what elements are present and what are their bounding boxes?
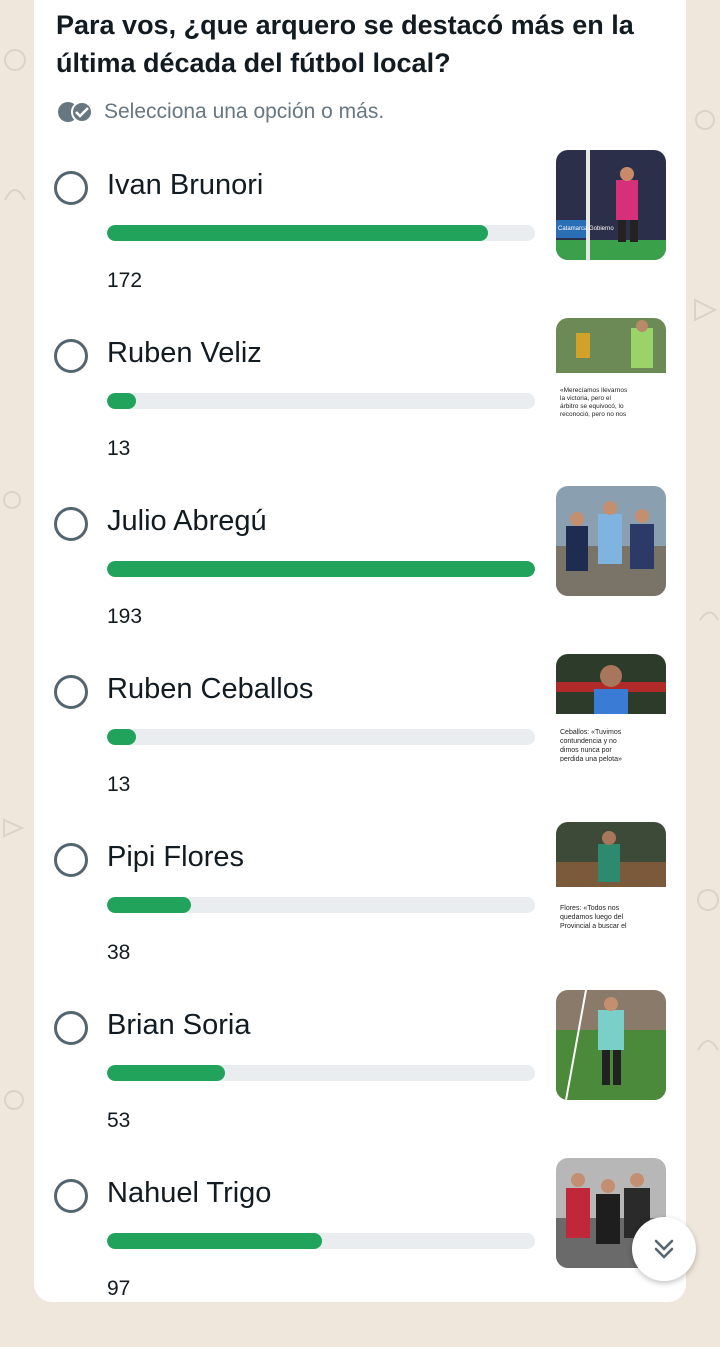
- vote-bar-track: [107, 897, 535, 913]
- svg-text:dimos nunca por: dimos nunca por: [560, 747, 612, 754]
- vote-count: 97: [107, 1277, 131, 1300]
- svg-text:«Merecíamos llevarnos: «Merecíamos llevarnos: [560, 387, 628, 394]
- svg-text:árbitro se equivocó, lo: árbitro se equivocó, lo: [560, 403, 624, 410]
- option-label: Brian Soria: [107, 1009, 251, 1041]
- poll-hint: Selecciona una opción o más.: [56, 100, 384, 124]
- option-thumbnail[interactable]: Ceballos: «Tuvimos contundencia y no dimos…: [556, 654, 666, 764]
- vote-count: 38: [107, 941, 131, 964]
- option-label: Julio Abregú: [107, 505, 267, 537]
- svg-text:quedamos luego del: quedamos luego del: [560, 914, 623, 921]
- option-thumbnail[interactable]: [556, 990, 666, 1100]
- vote-bar-fill: [107, 561, 535, 577]
- option-label: Ivan Brunori: [107, 169, 264, 201]
- option-thumbnail[interactable]: Flores: «Todos nos quedamos luego del Prov…: [556, 822, 666, 932]
- vote-bar-track: [107, 729, 535, 745]
- svg-text:contundencia y no: contundencia y no: [560, 738, 617, 745]
- poll-option[interactable]: Julio Abregú 193: [34, 486, 686, 675]
- poll-option[interactable]: Nahuel Trigo 97: [34, 1158, 686, 1347]
- vote-bar-fill: [107, 729, 136, 745]
- option-thumbnail[interactable]: «Merecíamos llevarnos la victoria, pero e…: [556, 318, 666, 428]
- radio-button[interactable]: [54, 507, 88, 541]
- vote-bar-track: [107, 393, 535, 409]
- vote-count: 53: [107, 1109, 131, 1132]
- radio-button[interactable]: [54, 675, 88, 709]
- svg-text:Provincial a buscar el: Provincial a buscar el: [560, 923, 627, 930]
- svg-text:Ceballos: «Tuvimos: Ceballos: «Tuvimos: [560, 729, 622, 736]
- radio-button[interactable]: [54, 1011, 88, 1045]
- vote-bar-fill: [107, 1233, 323, 1249]
- vote-bar-track: [107, 1233, 535, 1249]
- poll-card: Para vos, ¿que arquero se destacó más en…: [34, 0, 686, 1302]
- option-label: Ruben Veliz: [107, 337, 262, 369]
- hint-text: Selecciona una opción o más.: [104, 100, 385, 123]
- radio-button[interactable]: [54, 339, 88, 373]
- vote-bar-fill: [107, 225, 489, 241]
- thumb-caption: Catamarca Gobierno: [558, 226, 614, 232]
- svg-text:reconoció, pero no nos: reconoció, pero no nos: [560, 411, 627, 418]
- poll-option[interactable]: Pipi Flores 38 Flores: «Todos nos quedamos …: [34, 822, 686, 1011]
- poll-option[interactable]: Ruben Veliz 13 «Merecíamos llevarnos la vic…: [34, 318, 686, 507]
- vote-bar-fill: [107, 393, 136, 409]
- radio-button[interactable]: [54, 171, 88, 205]
- svg-text:perdida una pelota»: perdida una pelota»: [560, 756, 622, 763]
- option-label: Nahuel Trigo: [107, 1177, 272, 1209]
- vote-count: 13: [107, 773, 131, 796]
- vote-bar-track: [107, 1065, 535, 1081]
- svg-text:la victoria, pero el: la victoria, pero el: [560, 395, 611, 402]
- vote-bar-fill: [107, 897, 192, 913]
- double-check-icon: [58, 101, 93, 123]
- chevron-double-down-icon: [654, 1239, 674, 1259]
- radio-button[interactable]: [54, 843, 88, 877]
- vote-bar-track: [107, 225, 535, 241]
- poll-option[interactable]: Ivan Brunori 172 Catamarca Gobierno: [34, 150, 686, 339]
- poll-option[interactable]: Brian Soria 53: [34, 990, 686, 1179]
- vote-bar-track: [107, 561, 535, 577]
- vote-count: 172: [107, 269, 143, 292]
- poll-option[interactable]: Ruben Ceballos 13 Ceballos: «Tuvimos contun…: [34, 654, 686, 843]
- vote-count: 193: [107, 605, 143, 628]
- option-label: Pipi Flores: [107, 841, 244, 873]
- radio-button[interactable]: [54, 1179, 88, 1213]
- option-label: Ruben Ceballos: [107, 673, 314, 705]
- svg-text:Flores: «Todos nos: Flores: «Todos nos: [560, 905, 620, 912]
- scroll-down-button[interactable]: [632, 1217, 696, 1281]
- option-thumbnail[interactable]: Catamarca Gobierno: [556, 150, 666, 260]
- vote-bar-fill: [107, 1065, 225, 1081]
- vote-count: 13: [107, 437, 131, 460]
- option-thumbnail[interactable]: [556, 486, 666, 596]
- poll-question: Para vos, ¿que arquero se destacó más en…: [56, 10, 634, 78]
